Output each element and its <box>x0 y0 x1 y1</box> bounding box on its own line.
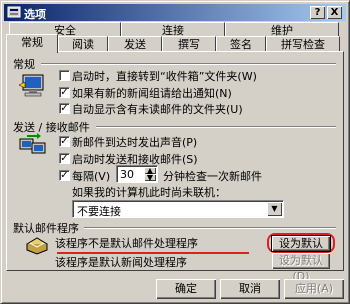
tab-send[interactable]: 发送 <box>108 36 162 52</box>
options-icon <box>7 6 21 18</box>
window-title: 选项 <box>24 8 46 21</box>
checkbox-go-to-inbox[interactable] <box>59 70 70 81</box>
checkbox-play-sound[interactable]: ✓ <box>59 136 70 147</box>
tab-general[interactable]: 常规 <box>6 34 58 53</box>
offline-select-value: 不要连接 <box>77 205 121 218</box>
tab-signatures[interactable]: 签名 <box>216 36 266 52</box>
checkbox-check-every[interactable]: ✓ <box>59 170 70 181</box>
offline-label: 如果我的计算机此时尚未联机： <box>72 186 226 199</box>
title-bar[interactable]: 选项 ? X <box>4 4 346 21</box>
default-news-status: 该程序是默认新闻处理程序 <box>55 256 187 269</box>
mail-program-icon <box>26 237 48 255</box>
ok-button[interactable]: 确定 <box>156 279 216 299</box>
offline-select[interactable]: 不要连接 ▼ <box>72 200 284 218</box>
set-default-mail-button[interactable]: 设为默认(A) <box>271 235 331 265</box>
send-receive-icon <box>19 133 46 154</box>
close-button[interactable]: X <box>327 6 342 19</box>
default-mail-status: 该程序不是默认邮件处理程序 <box>55 237 198 250</box>
check-interval-value: 30 <box>120 168 134 181</box>
checkbox-show-unread-folders-label: 自动显示含有未读邮件的文件夹(U) <box>72 103 243 116</box>
help-button[interactable]: ? <box>310 6 325 19</box>
options-dialog: 选项 ? X 安全 连接 维护 常规 阅读 发送 撰写 签名 拼写检查 常规 启… <box>0 0 350 304</box>
checkbox-check-every-label: 每隔(V) <box>72 170 111 183</box>
chevron-down-icon[interactable]: ▼ <box>267 202 282 216</box>
checkbox-notify-newsgroups-label: 如果有新的新闻组请给出通知(N) <box>72 87 232 100</box>
divider <box>41 63 336 65</box>
checkbox-show-unread-folders[interactable]: ✓ <box>59 103 70 114</box>
section-general-header: 常规 <box>13 58 35 71</box>
checkbox-go-to-inbox-label: 启动时，直接转到“收件箱”文件夹(W) <box>72 70 257 83</box>
checkbox-play-sound-label: 新邮件到达时发出声音(P) <box>72 136 198 149</box>
checkbox-send-receive-startup[interactable]: ✓ <box>59 153 70 164</box>
cancel-button[interactable]: 取消 <box>220 279 280 299</box>
check-interval-stepper[interactable]: 30 ▲ ▼ <box>116 165 158 183</box>
tab-spelling[interactable]: 拼写检查 <box>266 36 340 52</box>
divider <box>84 227 336 229</box>
monitor-icon <box>18 74 44 97</box>
stepper-down-icon[interactable]: ▼ <box>144 174 156 182</box>
tab-read[interactable]: 阅读 <box>58 36 108 52</box>
divider <box>96 126 336 128</box>
checkbox-notify-newsgroups[interactable]: ✓ <box>59 87 70 98</box>
apply-button[interactable]: 应用(A) <box>284 279 344 299</box>
set-default-news-button[interactable]: 设为默认(D) <box>272 253 330 283</box>
check-interval-suffix: 分钟检查一次新邮件 <box>163 170 262 183</box>
tab-compose[interactable]: 撰写 <box>162 36 216 52</box>
